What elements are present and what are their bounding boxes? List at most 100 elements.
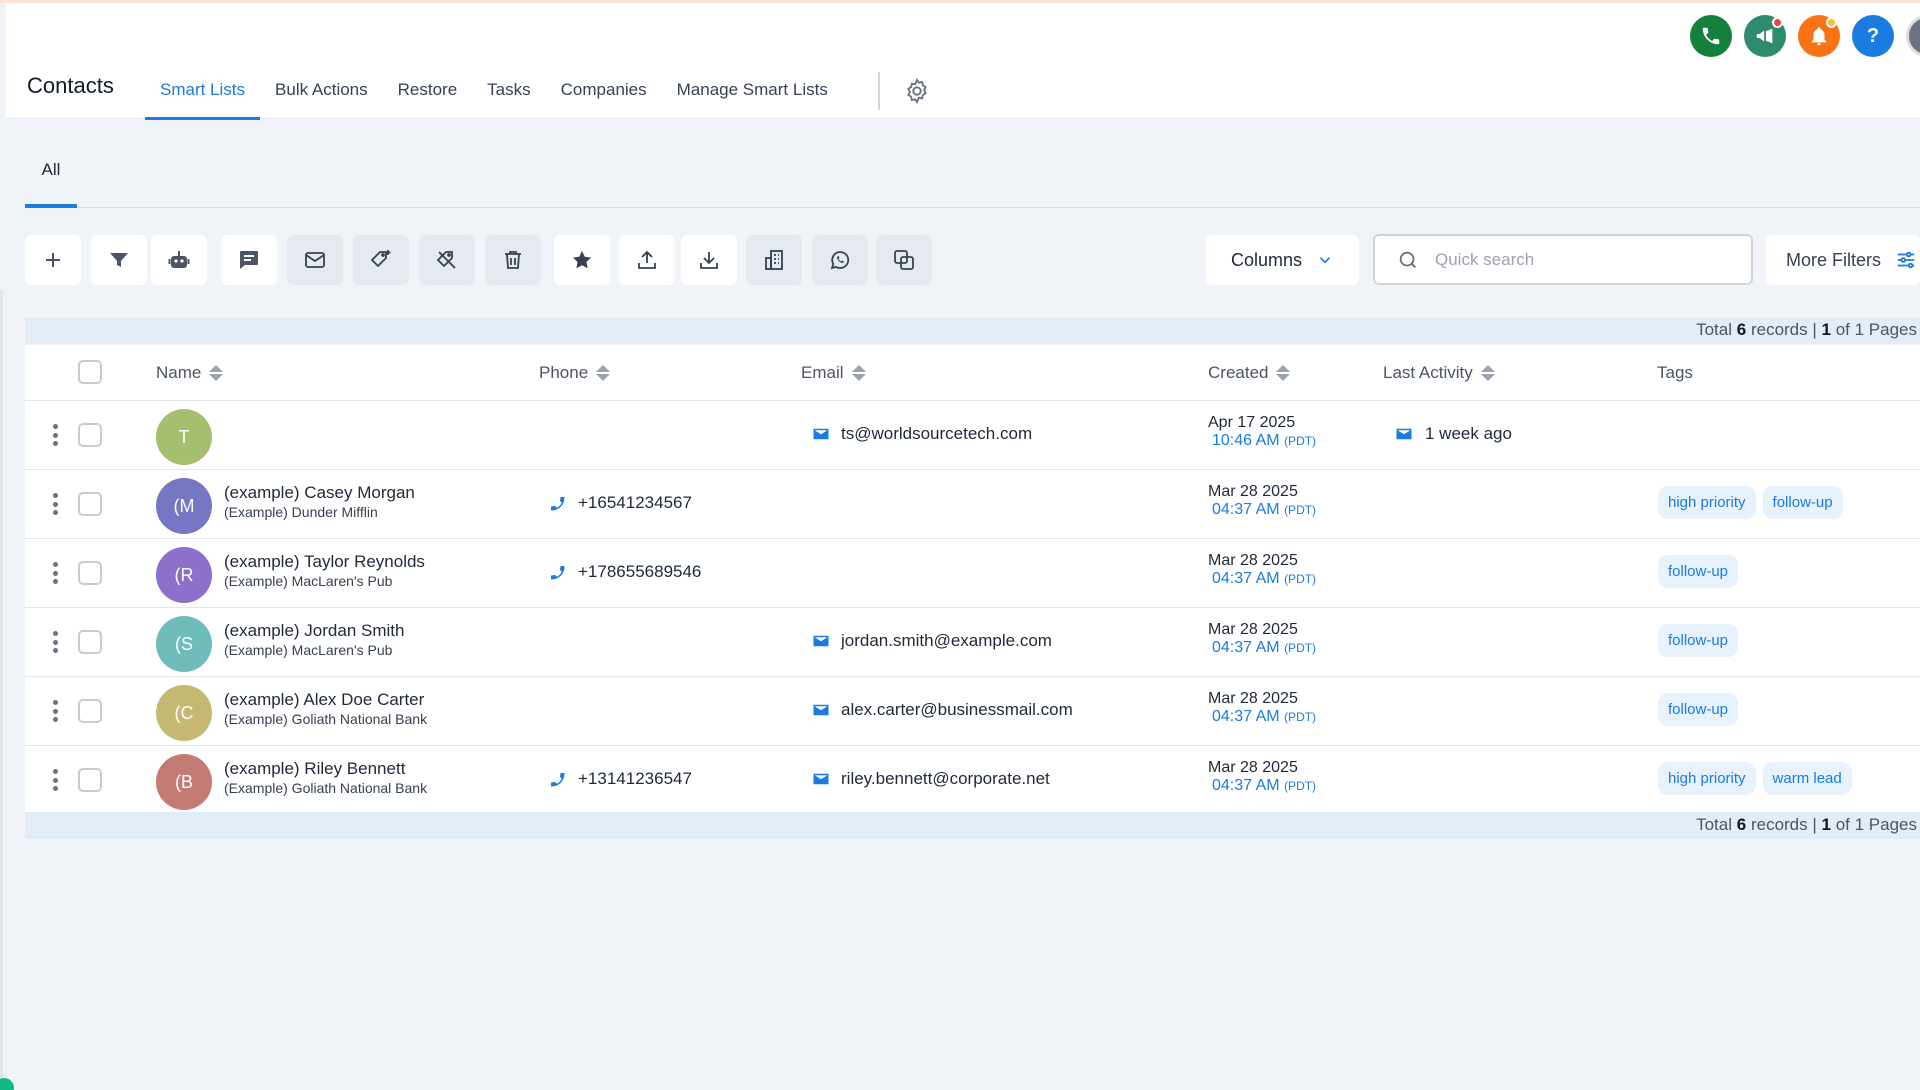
more-filters-button[interactable]: More Filters <box>1766 235 1920 285</box>
tag-follow-up[interactable]: follow-up <box>1762 486 1843 519</box>
column-header-email[interactable]: Email <box>801 363 866 383</box>
megaphone-icon[interactable] <box>1744 15 1786 57</box>
delete-button[interactable] <box>485 235 541 285</box>
add-tag-button[interactable] <box>353 235 409 285</box>
status-indicator <box>0 1078 14 1090</box>
email-cell[interactable]: ts@worldsourcetech.com <box>812 424 1032 444</box>
row-menu-icon[interactable] <box>52 424 58 446</box>
tag-follow-up[interactable]: follow-up <box>1658 555 1739 588</box>
table-row[interactable]: (B (example) Riley Bennett (Example) Gol… <box>25 746 1920 815</box>
tab-restore[interactable]: Restore <box>383 60 473 120</box>
email-cell[interactable]: riley.bennett@corporate.net <box>812 769 1050 789</box>
column-header-phone[interactable]: Phone <box>539 363 611 383</box>
tag-warm-lead[interactable]: warm lead <box>1762 762 1852 795</box>
phone-cell[interactable]: +13141236547 <box>548 769 692 789</box>
remove-tag-button[interactable] <box>419 235 475 285</box>
tab-smart-lists[interactable]: Smart Lists <box>145 60 261 120</box>
tags-cell: follow-up <box>1658 693 1739 726</box>
tab-bulk-actions[interactable]: Bulk Actions <box>260 60 383 120</box>
whatsapp-button[interactable] <box>812 235 868 285</box>
email-button[interactable] <box>287 235 343 285</box>
column-header-last-activity[interactable]: Last Activity <box>1383 363 1495 383</box>
records-summary-top: Total 6 records | 1 of 1 Pages <box>25 317 1920 344</box>
contact-company: (Example) MacLaren's Pub <box>224 573 393 589</box>
phone-cell[interactable]: +178655689546 <box>548 562 701 582</box>
search-input[interactable] <box>1435 249 1735 270</box>
user-avatar[interactable] <box>1906 15 1920 57</box>
nav-divider <box>878 72 880 110</box>
avatar[interactable]: (M <box>156 478 212 534</box>
automation-button[interactable] <box>151 235 207 285</box>
tag-follow-up[interactable]: follow-up <box>1658 693 1739 726</box>
tab-tasks[interactable]: Tasks <box>472 60 545 120</box>
tab-companies[interactable]: Companies <box>546 60 662 120</box>
building-icon <box>765 250 783 270</box>
row-checkbox[interactable] <box>78 492 102 516</box>
columns-button[interactable]: Columns <box>1206 235 1359 285</box>
contact-company: (Example) Goliath National Bank <box>224 711 428 727</box>
phone-icon <box>551 566 565 580</box>
help-icon[interactable]: ? <box>1852 15 1894 57</box>
sort-icon <box>1276 365 1291 381</box>
contact-name[interactable]: (example) Casey Morgan <box>224 483 415 503</box>
created-cell: Mar 28 2025 04:37 AM (PDT) <box>1208 759 1317 794</box>
contact-name[interactable]: (example) Taylor Reynolds <box>224 552 425 572</box>
avatar[interactable]: T <box>156 409 212 465</box>
row-menu-icon[interactable] <box>52 631 58 653</box>
email-cell[interactable]: alex.carter@businessmail.com <box>812 700 1073 720</box>
add-button[interactable] <box>25 235 81 285</box>
contact-name[interactable]: (example) Riley Bennett <box>224 759 427 779</box>
bell-icon[interactable] <box>1798 15 1840 57</box>
row-checkbox[interactable] <box>78 423 102 447</box>
filter-icon <box>110 253 128 267</box>
favorite-button[interactable] <box>554 235 610 285</box>
export-button[interactable] <box>619 235 675 285</box>
gear-icon[interactable] <box>903 77 931 105</box>
tag-high-priority[interactable]: high priority <box>1658 762 1756 795</box>
sms-button[interactable] <box>221 235 277 285</box>
row-checkbox[interactable] <box>78 561 102 585</box>
row-menu-icon[interactable] <box>52 493 58 515</box>
merge-icon <box>894 250 914 270</box>
avatar[interactable]: (R <box>156 547 212 603</box>
table-row[interactable]: T ts@worldsourcetech.com Apr 17 2025 10:… <box>25 401 1920 470</box>
avatar[interactable]: (C <box>156 685 212 741</box>
tag-high-priority[interactable]: high priority <box>1658 486 1756 519</box>
contact-name-cell: (example) Alex Doe Carter (Example) Goli… <box>224 690 427 727</box>
row-menu-icon[interactable] <box>52 700 58 722</box>
table-row[interactable]: (S (example) Jordan Smith (Example) MacL… <box>25 608 1920 677</box>
add-icon <box>46 253 60 267</box>
row-menu-icon[interactable] <box>52 562 58 584</box>
row-checkbox[interactable] <box>78 768 102 792</box>
contact-name[interactable]: (example) Jordan Smith <box>224 621 404 641</box>
tab-manage-smart-lists[interactable]: Manage Smart Lists <box>662 60 843 120</box>
email-cell[interactable]: jordan.smith@example.com <box>812 631 1052 651</box>
phone-cell[interactable]: +16541234567 <box>548 493 692 513</box>
table-row[interactable]: (C (example) Alex Doe Carter (Example) G… <box>25 677 1920 746</box>
sort-icon <box>596 365 611 381</box>
contact-name-cell: (example) Taylor Reynolds (Example) MacL… <box>224 552 425 589</box>
created-cell: Apr 17 2025 10:46 AM (PDT) <box>1208 414 1317 449</box>
contact-name[interactable]: (example) Alex Doe Carter <box>224 690 427 710</box>
sort-icon <box>209 365 224 381</box>
table-row[interactable]: (R (example) Taylor Reynolds (Example) M… <box>25 539 1920 608</box>
tag-follow-up[interactable]: follow-up <box>1658 624 1739 657</box>
import-button[interactable] <box>681 235 737 285</box>
avatar[interactable]: (S <box>156 616 212 672</box>
avatar[interactable]: (B <box>156 754 212 810</box>
select-all-checkbox[interactable] <box>78 360 102 384</box>
more-filters-label: More Filters <box>1786 249 1882 270</box>
column-header-created[interactable]: Created <box>1208 363 1291 383</box>
tab-all[interactable]: All <box>25 145 77 208</box>
smart-list-tabs: All <box>25 145 1920 208</box>
row-menu-icon[interactable] <box>52 769 58 791</box>
column-header-name[interactable]: Name <box>156 363 224 383</box>
row-checkbox[interactable] <box>78 630 102 654</box>
company-button[interactable] <box>746 235 802 285</box>
table-row[interactable]: (M (example) Casey Morgan (Example) Dund… <box>25 470 1920 539</box>
phone-icon[interactable] <box>1690 15 1732 57</box>
merge-button[interactable] <box>876 235 932 285</box>
filter-button[interactable] <box>91 235 147 285</box>
table-header: Name Phone Email Created Last Activity T… <box>25 345 1920 401</box>
row-checkbox[interactable] <box>78 699 102 723</box>
